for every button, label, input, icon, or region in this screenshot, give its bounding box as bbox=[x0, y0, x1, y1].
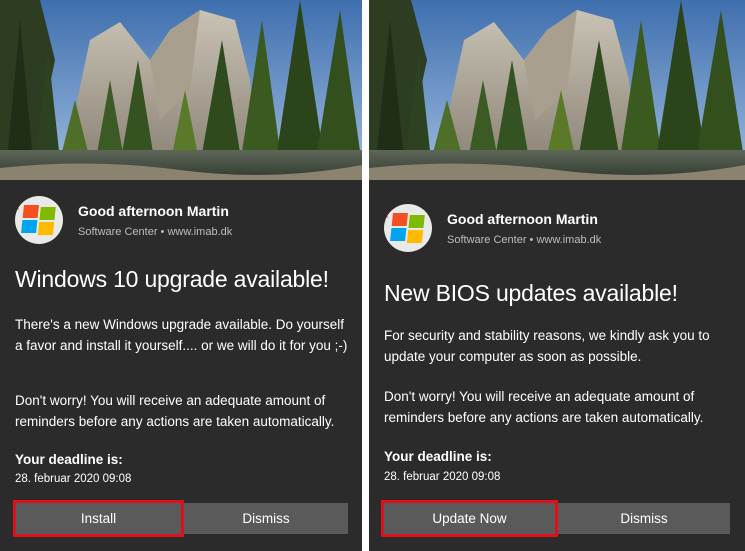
toast-notification-bios: Good afternoon Martin Software Center • … bbox=[369, 0, 745, 551]
install-button[interactable]: Install bbox=[15, 503, 182, 534]
update-now-button[interactable]: Update Now bbox=[383, 503, 556, 534]
deadline-value: 28. februar 2020 09:08 bbox=[15, 473, 132, 485]
toast-notification-upgrade: Good afternoon Martin Software Center • … bbox=[0, 0, 362, 551]
hero-image bbox=[369, 0, 745, 180]
windows-logo-icon bbox=[384, 204, 432, 252]
deadline-value: 28. februar 2020 09:08 bbox=[384, 471, 501, 483]
dismiss-button[interactable]: Dismiss bbox=[558, 503, 730, 534]
greeting-text: Good afternoon Martin bbox=[78, 202, 229, 219]
toast-header: Good afternoon Martin Software Center • … bbox=[384, 204, 601, 252]
body-paragraph-1: For security and stability reasons, we k… bbox=[384, 328, 710, 364]
attribution-text: Software Center • www.imab.dk bbox=[447, 233, 602, 246]
hero-image bbox=[0, 0, 362, 180]
deadline-label: Your deadline is: bbox=[15, 452, 123, 467]
deadline-label: Your deadline is: bbox=[384, 449, 492, 464]
greeting-text: Good afternoon Martin bbox=[447, 210, 598, 227]
attribution-text: Software Center • www.imab.dk bbox=[78, 225, 233, 238]
header-text: Good afternoon Martin Software Center • … bbox=[78, 202, 232, 239]
body-paragraph-2: Don't worry! You will receive an adequat… bbox=[15, 393, 335, 429]
body-paragraph-2: Don't worry! You will receive an adequat… bbox=[384, 389, 704, 425]
windows-logo-icon bbox=[15, 196, 63, 244]
body-paragraph-1: There's a new Windows upgrade available.… bbox=[15, 317, 348, 353]
header-text: Good afternoon Martin Software Center • … bbox=[447, 210, 601, 247]
toast-header: Good afternoon Martin Software Center • … bbox=[15, 196, 232, 244]
dismiss-button[interactable]: Dismiss bbox=[184, 503, 348, 534]
toast-title: Windows 10 upgrade available! bbox=[15, 266, 329, 292]
toast-title: New BIOS updates available! bbox=[384, 280, 678, 306]
